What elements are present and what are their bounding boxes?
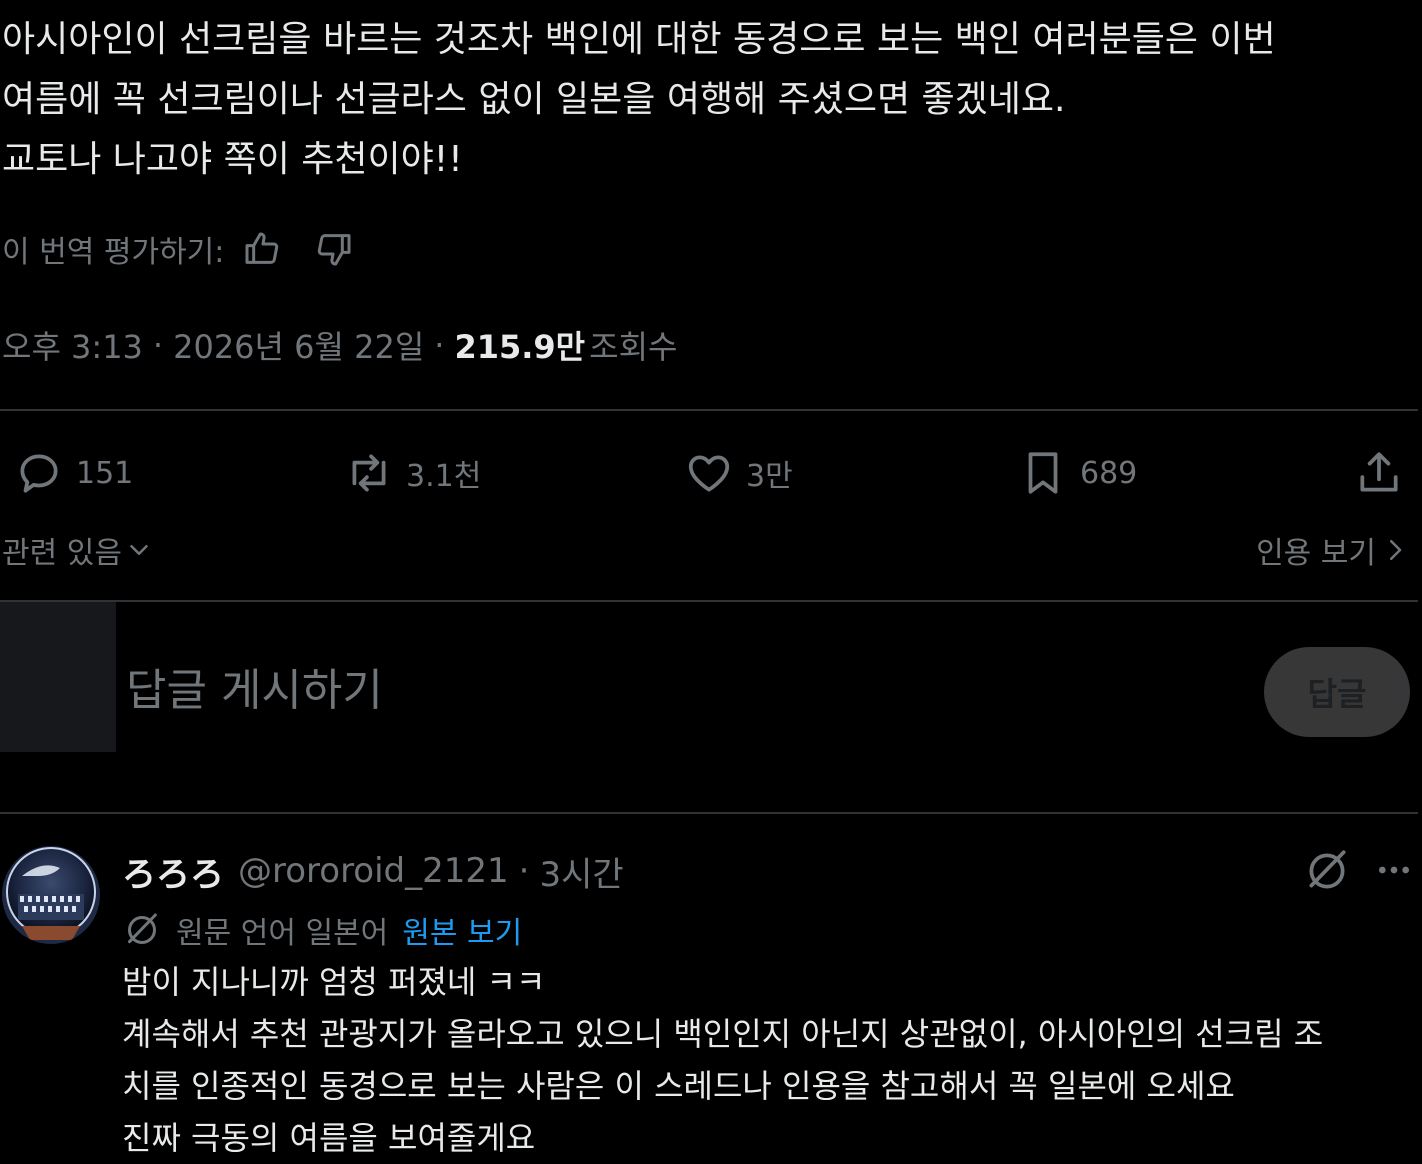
reply-input[interactable]: 답글 게시하기 [126,658,383,724]
reply-text-line: 계속해서 추천 관광지가 올라오고 있으니 백인인지 아닌지 상관없이, 아시아… [122,1015,1324,1053]
view-quotes-link[interactable]: 인용 보기 [1256,528,1408,572]
show-original-link[interactable]: 원본 보기 [402,908,522,952]
grok-icon [128,913,157,944]
reply-icon [20,454,58,493]
repost-icon [352,454,386,492]
chevron-right-icon [1390,540,1402,560]
composer-avatar [0,602,116,752]
views-count[interactable]: 215.9만 [454,322,585,368]
meta-separator: · [152,326,164,364]
reply-text-line: 치를 인종적인 동경으로 보는 사람은 이 스레드나 인용을 참고해서 꼭 일본… [122,1067,1235,1105]
thumbs-down-icon[interactable] [314,229,354,269]
repost-action[interactable]: 3.1천 [344,446,481,500]
related-sort[interactable]: 관련 있음 [2,528,154,572]
author-handle[interactable]: @rororoid_2121 [238,851,509,891]
rate-translation-label: 이 번역 평가하기: [2,235,225,270]
views-label: 조회수 [589,328,678,366]
grok-icon[interactable] [1302,846,1352,896]
bookmark-action[interactable]: 689 [1018,446,1137,500]
translation-row: 원문 언어 일본어 원본 보기 [122,906,522,954]
thumbs-up-icon[interactable] [242,229,282,269]
heart-icon [688,455,730,492]
post-text-line: 여름에 꼭 선크림이나 선글라스 없이 일본을 여행해 주셨으면 좋겠네요. [2,79,1066,120]
reply-author-row: ろろろ @rororoid_2121 · 3시간 [122,845,624,897]
like-action[interactable]: 3만 [684,446,793,500]
reply-count: 151 [76,455,134,491]
reply-action[interactable]: 151 [14,446,133,500]
author-separator: · [518,851,530,891]
reply-text-line: 진짜 극동의 여름을 보여줄게요 [122,1119,536,1157]
avatar[interactable] [2,846,100,944]
like-count: 3만 [746,459,793,494]
post-text-line: 교토나 나고야 쪽이 추천이야!! [2,139,463,180]
author-name[interactable]: ろろろ [122,847,224,896]
divider [0,600,1418,602]
more-icon[interactable] [1372,850,1416,890]
share-action[interactable] [1354,446,1404,500]
chevron-down-icon [130,545,148,555]
rate-translation-row: 이 번역 평가하기: [2,224,354,274]
meta-separator: · [434,326,445,364]
post-time[interactable]: 오후 3:13 [2,322,143,368]
translated-from-label: 원문 언어 일본어 [176,916,389,951]
reply-text: 밤이 지나니까 엄청 퍼졌네 ㅋㅋ 계속해서 추천 관광지가 올라오고 있으니 … [122,956,1422,1164]
reply-text-line: 밤이 지나니까 엄청 퍼졌네 ㅋㅋ [122,963,546,1001]
avatar-image [2,846,100,944]
related-label: 관련 있음 [2,536,122,571]
reply-submit-button[interactable]: 답글 [1264,647,1410,737]
share-icon [1360,452,1398,492]
bookmark-icon [1028,452,1058,494]
divider [0,812,1418,814]
post-date[interactable]: 2026년 6월 22일 [173,322,424,368]
post-text: 아시아인이 선크림을 바르는 것조차 백인에 대한 동경으로 보는 백인 여러분… [2,10,1412,190]
repost-count: 3.1천 [406,459,482,494]
bookmark-count: 689 [1080,455,1138,491]
post-meta: 오후 3:13 · 2026년 6월 22일 · 215.9만 조회수 [2,322,677,368]
divider [0,409,1418,411]
quotes-label: 인용 보기 [1256,536,1376,571]
post-text-line: 아시아인이 선크림을 바르는 것조차 백인에 대한 동경으로 보는 백인 여러분… [2,19,1276,60]
reply-time[interactable]: 3시간 [539,847,623,896]
reply-button-label: 답글 [1307,675,1367,713]
